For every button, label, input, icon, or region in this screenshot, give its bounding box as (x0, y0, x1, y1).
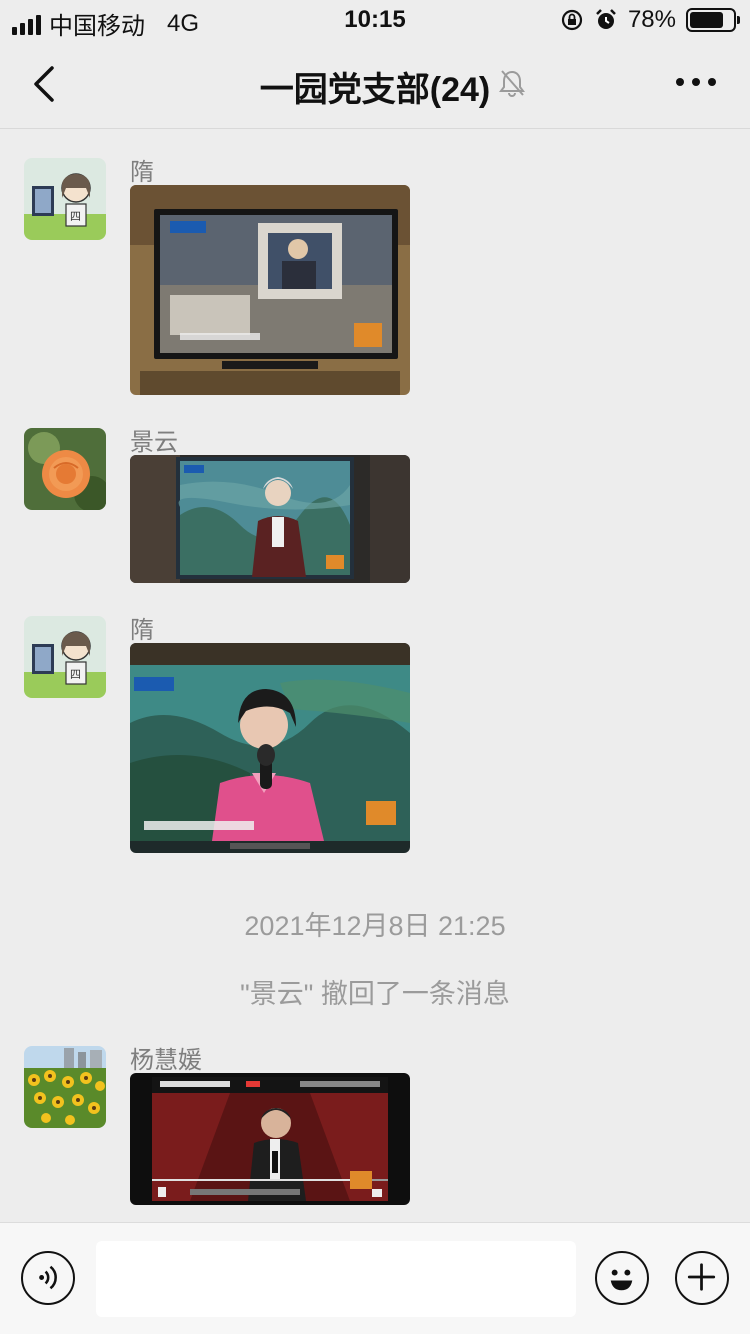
image-message[interactable] (130, 1073, 410, 1205)
chat-title: 一园党支部(24) (259, 71, 491, 109)
status-bar: 中国移动 4G 10:15 78% (0, 0, 750, 42)
image-message[interactable] (130, 185, 410, 395)
timestamp-divider: 2021年12月8日 21:25 (244, 911, 506, 941)
avatar[interactable] (24, 428, 106, 510)
avatar[interactable]: 四 (24, 158, 106, 240)
message-input[interactable] (96, 1241, 576, 1317)
sender-name: 景云 (130, 429, 178, 456)
svg-text:四: 四 (70, 669, 81, 681)
bell-muted-icon (499, 70, 525, 97)
sender-name: 隋 (130, 159, 154, 186)
recall-notice: "景云" 撤回了一条消息 (240, 979, 510, 1009)
emoji-icon[interactable] (595, 1251, 649, 1305)
battery-percent: 78% (627, 6, 676, 33)
rotation-lock-icon (561, 9, 583, 31)
more-dots-icon[interactable] (676, 72, 716, 92)
sender-name: 杨慧媛 (130, 1047, 202, 1074)
status-right: 78% (560, 6, 740, 34)
header-divider (0, 128, 750, 129)
battery-fill (690, 12, 723, 28)
image-message[interactable] (130, 643, 410, 853)
chat-header: 一园党支部(24) (0, 42, 750, 128)
plus-icon[interactable] (675, 1251, 729, 1305)
alarm-icon (596, 9, 616, 29)
input-bar (0, 1222, 750, 1334)
battery-icon (686, 8, 740, 32)
sender-name: 隋 (130, 617, 154, 644)
voice-icon[interactable] (21, 1251, 75, 1305)
avatar[interactable] (24, 1046, 106, 1128)
avatar[interactable]: 四 (24, 616, 106, 698)
svg-text:四: 四 (70, 211, 81, 223)
image-message[interactable] (130, 455, 410, 583)
